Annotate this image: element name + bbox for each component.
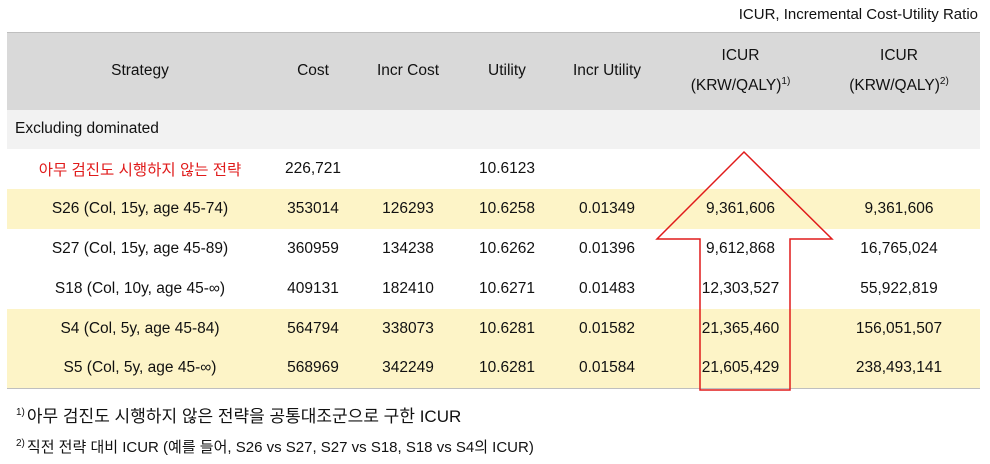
cell-incr-utility: 0.01582: [578, 319, 636, 337]
header-icur-sequential-footnote-mark: 2): [939, 76, 949, 88]
cell-icur-common: 21,605,429: [663, 348, 818, 389]
cell-strategy: S26 (Col, 15y, age 45-74): [51, 199, 229, 217]
cell-incr-cost: 182410: [382, 279, 434, 297]
cell-cost: 409131: [287, 279, 339, 297]
cell-strategy: S27 (Col, 15y, age 45-89): [51, 239, 229, 257]
header-icur-sequential-line2: (KRW/QALY): [849, 77, 940, 95]
header-incr-cost: Incr Cost: [353, 32, 463, 110]
section-row: Excluding dominated: [7, 109, 980, 149]
footnote-1: 1) 아무 검진도 시행하지 않은 전략을 공통대조군으로 구한 ICUR: [16, 402, 461, 427]
cell-strategy: 아무 검진도 시행하지 않는 전략: [38, 161, 242, 179]
cell-utility: 10.6281: [478, 319, 536, 337]
cell-incr-utility: 0.01584: [551, 348, 663, 389]
cell-icur-common: 12,303,527: [701, 279, 780, 297]
table-row: 아무 검진도 시행하지 않는 전략 226,721 10.6123: [7, 149, 980, 189]
header-icur-common-line1: ICUR: [721, 47, 760, 65]
footnote-2: 2) 직전 전략 대비 ICUR (예를 들어, S26 vs S27, S27 …: [16, 436, 534, 457]
icur-table: Strategy Cost Incr Cost Utility Incr Uti…: [7, 32, 980, 389]
footnote-1-mark: 1): [16, 407, 25, 419]
cell-icur-sequential: 16,765,024: [860, 239, 938, 257]
table-row: S27 (Col, 15y, age 45-89) 360959 134238 …: [7, 229, 980, 269]
table-row: S5 (Col, 5y, age 45-∞) 568969 342249 10.…: [7, 348, 980, 389]
table-header-row: Strategy Cost Incr Cost Utility Incr Uti…: [7, 32, 980, 110]
cell-incr-utility: 0.01396: [578, 239, 636, 257]
header-icur-sequential-line1: ICUR: [880, 47, 918, 65]
header-icur-common: ICUR (KRW/QALY)1): [663, 32, 818, 110]
table-row: S18 (Col, 10y, age 45-∞) 409131 182410 1…: [7, 269, 980, 309]
table-caption: ICUR, Incremental Cost-Utility Ratio: [738, 6, 978, 23]
cell-incr-cost: 126293: [382, 199, 434, 217]
cell-icur-common: 21,365,460: [701, 319, 780, 337]
cell-icur-common: 9,361,606: [706, 199, 775, 217]
cell-icur-sequential: 9,361,606: [864, 199, 934, 217]
table-row: S4 (Col, 5y, age 45-84) 564794 338073 10…: [7, 308, 980, 349]
cell-icur-sequential: 55,922,819: [860, 279, 938, 297]
cell-incr-utility: [551, 149, 663, 189]
cell-incr-utility: 0.01483: [578, 279, 636, 297]
section-label: Excluding dominated: [15, 120, 159, 137]
cell-icur-common: [663, 149, 818, 189]
table-row: S26 (Col, 15y, age 45-74) 353014 126293 …: [7, 188, 980, 229]
cell-incr-cost: 338073: [382, 319, 434, 337]
cell-cost: 564794: [287, 319, 339, 337]
cell-strategy: S18 (Col, 10y, age 45-∞): [54, 279, 226, 297]
cell-cost: 568969: [273, 348, 353, 389]
cell-icur-sequential: [818, 149, 980, 189]
cell-utility: 10.6258: [478, 199, 536, 217]
header-icur-common-footnote-mark: 1): [781, 76, 791, 88]
header-cost: Cost: [273, 32, 353, 110]
cell-cost: 353014: [287, 199, 339, 217]
cell-utility: 10.6262: [478, 239, 536, 257]
cell-incr-utility: 0.01349: [578, 199, 636, 217]
cell-utility: 10.6281: [463, 348, 551, 389]
header-icur-common-line2: (KRW/QALY): [690, 77, 782, 95]
footnote-2-mark: 2): [16, 438, 25, 449]
cell-strategy: S4 (Col, 5y, age 45-84): [60, 319, 220, 337]
cell-icur-common: 9,612,868: [706, 239, 775, 257]
header-incr-utility: Incr Utility: [551, 32, 663, 110]
cell-cost: 226,721: [284, 159, 342, 177]
cell-icur-sequential: 238,493,141: [818, 348, 980, 389]
cell-incr-cost: 134238: [382, 239, 434, 257]
cell-cost: 360959: [287, 239, 339, 257]
cell-utility: 10.6123: [478, 159, 536, 177]
header-utility: Utility: [463, 32, 551, 110]
footnote-2-text: 직전 전략 대비 ICUR (예를 들어, S26 vs S27, S27 vs…: [26, 439, 534, 456]
footnote-1-text: 아무 검진도 시행하지 않은 전략을 공통대조군으로 구한 ICUR: [26, 407, 462, 426]
cell-incr-cost: [353, 149, 463, 189]
cell-icur-sequential: 156,051,507: [855, 319, 943, 337]
cell-utility: 10.6271: [478, 279, 536, 297]
cell-strategy: S5 (Col, 5y, age 45-∞): [7, 348, 273, 389]
header-icur-sequential: ICUR (KRW/QALY)2): [818, 32, 980, 110]
cell-incr-cost: 342249: [353, 348, 463, 389]
header-strategy: Strategy: [7, 32, 273, 110]
